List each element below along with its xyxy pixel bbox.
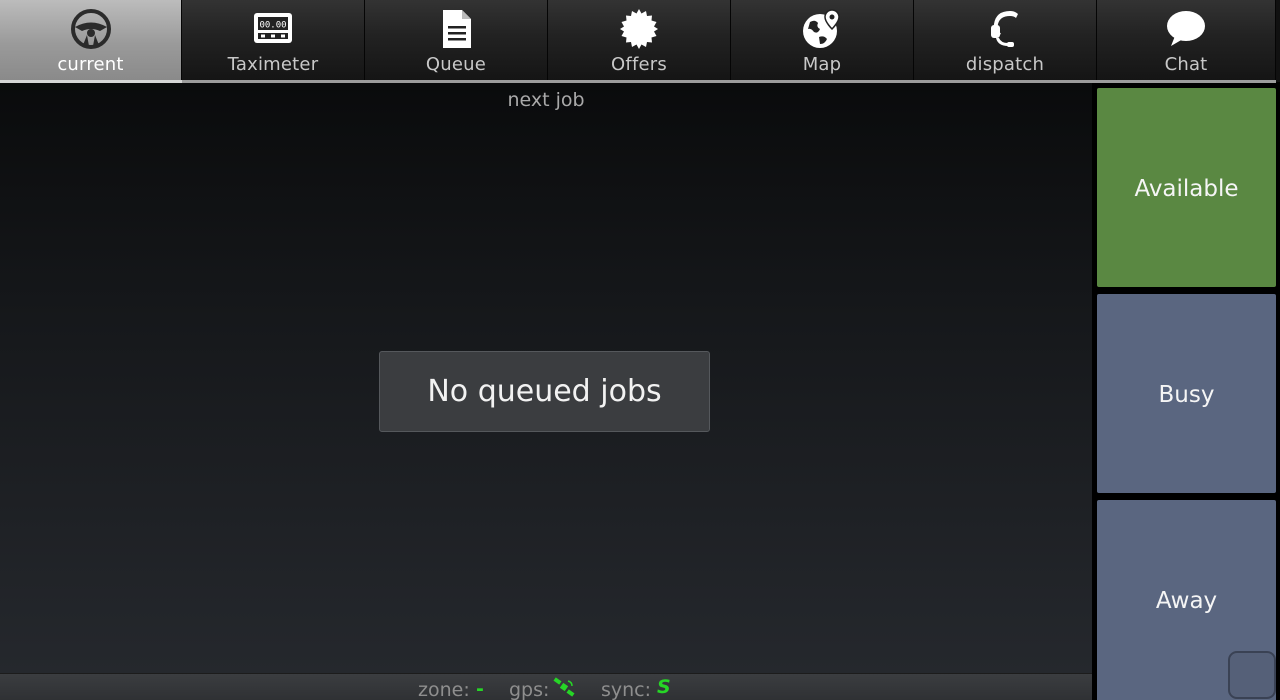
zone-value: - [476,678,484,700]
status-bar: zone: - gps: sync: S [0,673,1092,700]
empty-queue-message: No queued jobs [427,374,662,409]
tab-label: Queue [425,54,487,75]
document-icon [443,10,471,48]
steering-wheel-icon [70,9,111,49]
sync-status-icon: S [657,676,671,698]
tab-current[interactable]: current [0,0,182,80]
seal-badge-icon [620,9,658,49]
tab-dispatch[interactable]: dispatch [914,0,1097,80]
tab-bar: current 00.00 Taximeter Queue Offers Map… [0,0,1280,83]
tab-queue[interactable]: Queue [365,0,548,80]
tab-chat[interactable]: Chat [1097,0,1276,80]
section-title: next job [507,89,585,111]
tab-label: Chat [1164,54,1208,75]
corner-handle[interactable] [1228,651,1276,699]
speech-bubble-icon [1167,11,1205,46]
busy-label: Busy [1158,382,1215,408]
busy-button[interactable]: Busy [1097,294,1276,493]
headset-icon [991,11,1018,47]
tab-offers[interactable]: Offers [548,0,731,80]
away-label: Away [1155,588,1218,614]
empty-queue-message-box: No queued jobs [379,351,710,432]
tab-label: Map [802,54,842,75]
available-label: Available [1134,176,1239,202]
driver-state-panel: Available Busy Away [1092,83,1280,700]
globe-pin-icon [803,9,840,48]
tab-label: dispatch [965,54,1045,75]
available-button[interactable]: Available [1097,88,1276,287]
tab-label: current [57,54,124,75]
tab-map[interactable]: Map [731,0,914,80]
satellite-icon [553,677,575,697]
zone-label: zone: [418,679,470,700]
app-window: current 00.00 Taximeter Queue Offers Map… [0,0,1280,700]
taximeter-display: 00.00 [259,21,286,31]
tab-label: Taximeter [227,54,319,75]
tab-label: Offers [611,54,667,75]
tab-taximeter[interactable]: 00.00 Taximeter [182,0,365,80]
gps-label: gps: [509,679,550,700]
next-job-panel: next job No queued jobs [0,83,1092,673]
sync-label: sync: [601,679,652,700]
taximeter-icon: 00.00 [254,13,292,43]
